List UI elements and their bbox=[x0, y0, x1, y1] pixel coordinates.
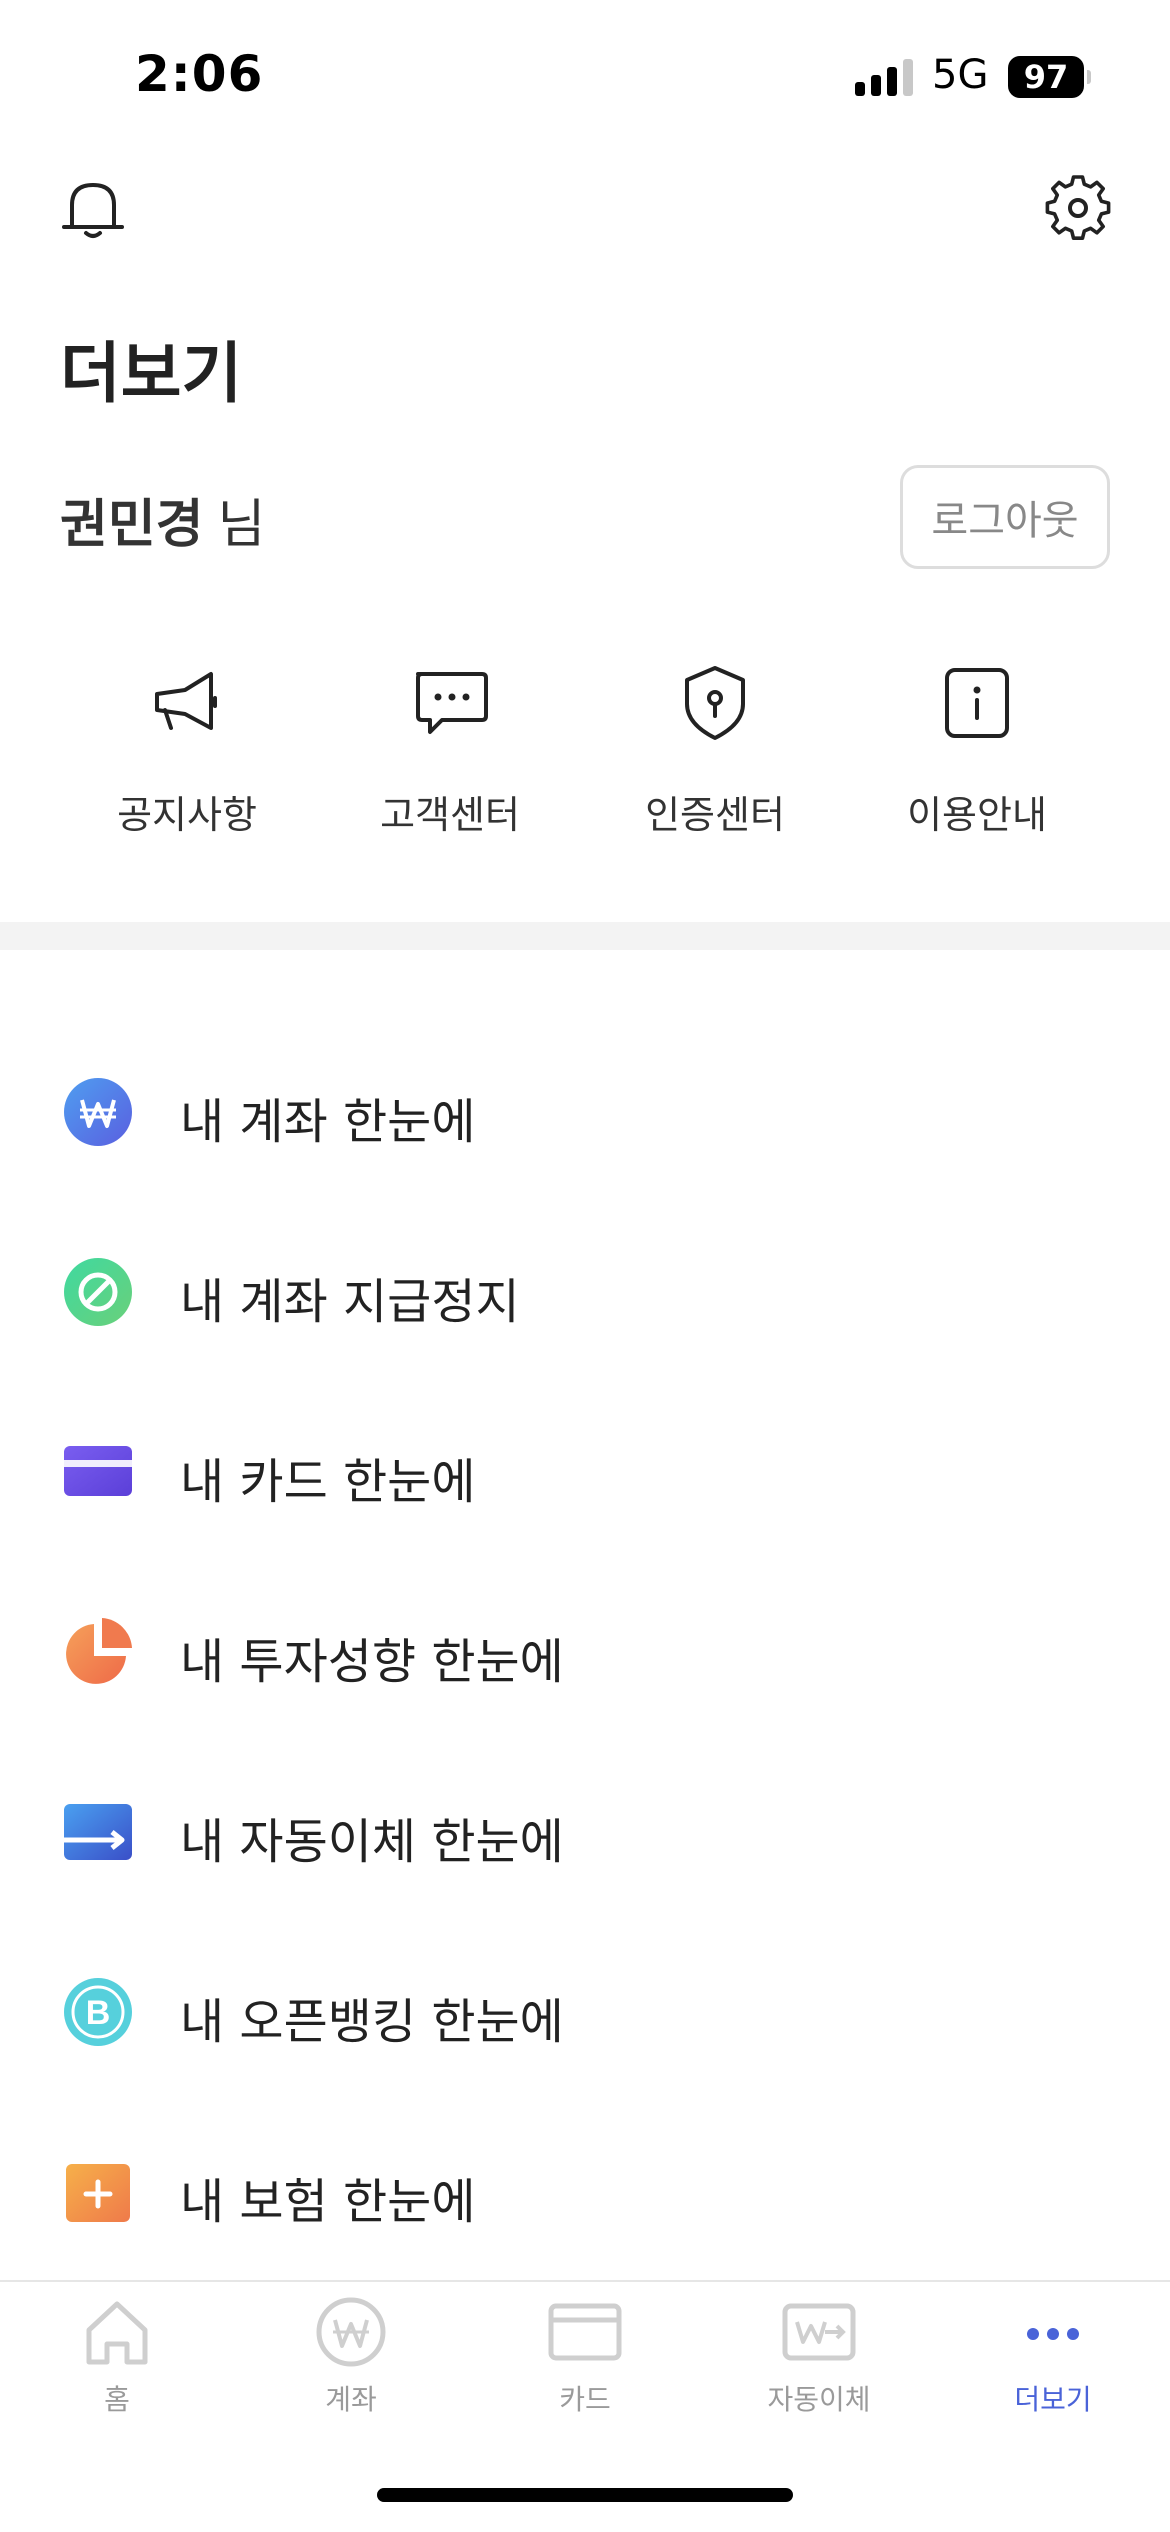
menu-item-cards[interactable]: 내 카드 한눈에 bbox=[0, 1398, 1170, 1538]
tab-cards[interactable]: 카드 bbox=[468, 2282, 702, 2432]
gear-icon[interactable] bbox=[1042, 172, 1114, 244]
tab-home[interactable]: 홈 bbox=[0, 2282, 234, 2432]
status-bar: 2:06 5G 97 bbox=[0, 0, 1170, 150]
menu-item-label: 내 오픈뱅킹 한눈에 bbox=[180, 1994, 564, 2050]
status-time: 2:06 bbox=[135, 45, 264, 103]
menu-item-open-banking[interactable]: B 내 오픈뱅킹 한눈에 bbox=[0, 1938, 1170, 2078]
user-name: 권민경 bbox=[60, 495, 204, 555]
more-dots-icon bbox=[1027, 2328, 1079, 2340]
quick-menu-support[interactable]: 고객센터 bbox=[340, 660, 560, 860]
card-outline-icon bbox=[548, 2303, 622, 2361]
user-greeting: 권민경 님 bbox=[60, 482, 265, 557]
menu-item-payment-stop[interactable]: 내 계좌 지급정지 bbox=[0, 1218, 1170, 1358]
home-icon bbox=[86, 2301, 148, 2365]
svg-text:B: B bbox=[86, 1994, 111, 2032]
tab-auto-transfer[interactable]: 자동이체 bbox=[702, 2282, 936, 2432]
menu-item-accounts[interactable]: 내 계좌 한눈에 bbox=[0, 1038, 1170, 1178]
menu-item-auto-transfer[interactable]: 내 자동이체 한눈에 bbox=[0, 1758, 1170, 1898]
chat-bubble-icon bbox=[416, 672, 488, 734]
info-icon bbox=[945, 668, 1009, 738]
tab-label: 계좌 bbox=[325, 2383, 377, 2416]
home-indicator bbox=[377, 2488, 793, 2502]
quick-menu-label: 공지사항 bbox=[117, 793, 257, 837]
menu-item-label: 내 보험 한눈에 bbox=[180, 2174, 476, 2230]
tab-label: 자동이체 bbox=[767, 2383, 871, 2416]
signal-icon bbox=[855, 58, 915, 96]
network-type: 5G bbox=[932, 52, 989, 98]
menu-item-label: 내 계좌 지급정지 bbox=[180, 1274, 520, 1330]
quick-menu-auth[interactable]: 인증센터 bbox=[605, 660, 825, 860]
won-circle-icon bbox=[316, 2297, 386, 2367]
menu-item-investment[interactable]: 내 투자성향 한눈에 bbox=[0, 1578, 1170, 1718]
user-suffix: 님 bbox=[217, 495, 266, 555]
menu-item-label: 내 자동이체 한눈에 bbox=[180, 1814, 564, 1870]
quick-menu-guide[interactable]: 이용안내 bbox=[867, 660, 1087, 860]
pie-chart-icon bbox=[66, 1618, 132, 1684]
section-divider bbox=[0, 922, 1170, 950]
bitcoin-exchange-icon: B bbox=[64, 1978, 132, 2046]
card-icon bbox=[64, 1446, 132, 1496]
tab-label: 홈 bbox=[104, 2383, 130, 2416]
megaphone-icon bbox=[155, 672, 217, 730]
tab-label: 카드 bbox=[559, 2383, 611, 2416]
won-coin-icon bbox=[64, 1078, 132, 1146]
tab-label: 더보기 bbox=[1014, 2383, 1092, 2416]
tab-more[interactable]: 더보기 bbox=[936, 2282, 1170, 2432]
menu-item-label: 내 투자성향 한눈에 bbox=[180, 1634, 564, 1690]
quick-menu-notice[interactable]: 공지사항 bbox=[77, 660, 297, 860]
logout-button[interactable]: 로그아웃 bbox=[900, 465, 1110, 569]
battery-icon: 97 bbox=[1008, 56, 1084, 98]
battery-cap bbox=[1087, 70, 1091, 84]
shield-key-icon bbox=[685, 666, 745, 740]
menu-item-label: 내 카드 한눈에 bbox=[180, 1454, 476, 1510]
quick-menu-label: 인증센터 bbox=[645, 793, 785, 837]
quick-menu-label: 고객센터 bbox=[380, 793, 520, 837]
transfer-arrow-icon bbox=[64, 1804, 132, 1860]
menu-item-label: 내 계좌 한눈에 bbox=[180, 1094, 476, 1150]
quick-menu-label: 이용안내 bbox=[907, 793, 1047, 837]
prohibited-icon bbox=[64, 1258, 132, 1326]
bell-icon[interactable] bbox=[58, 175, 128, 245]
menu-item-insurance[interactable]: 내 보험 한눈에 bbox=[0, 2118, 1170, 2258]
insurance-plus-icon bbox=[66, 2164, 130, 2222]
page-title: 더보기 bbox=[60, 335, 243, 412]
tab-accounts[interactable]: 계좌 bbox=[234, 2282, 468, 2432]
auto-transfer-icon bbox=[782, 2303, 856, 2361]
